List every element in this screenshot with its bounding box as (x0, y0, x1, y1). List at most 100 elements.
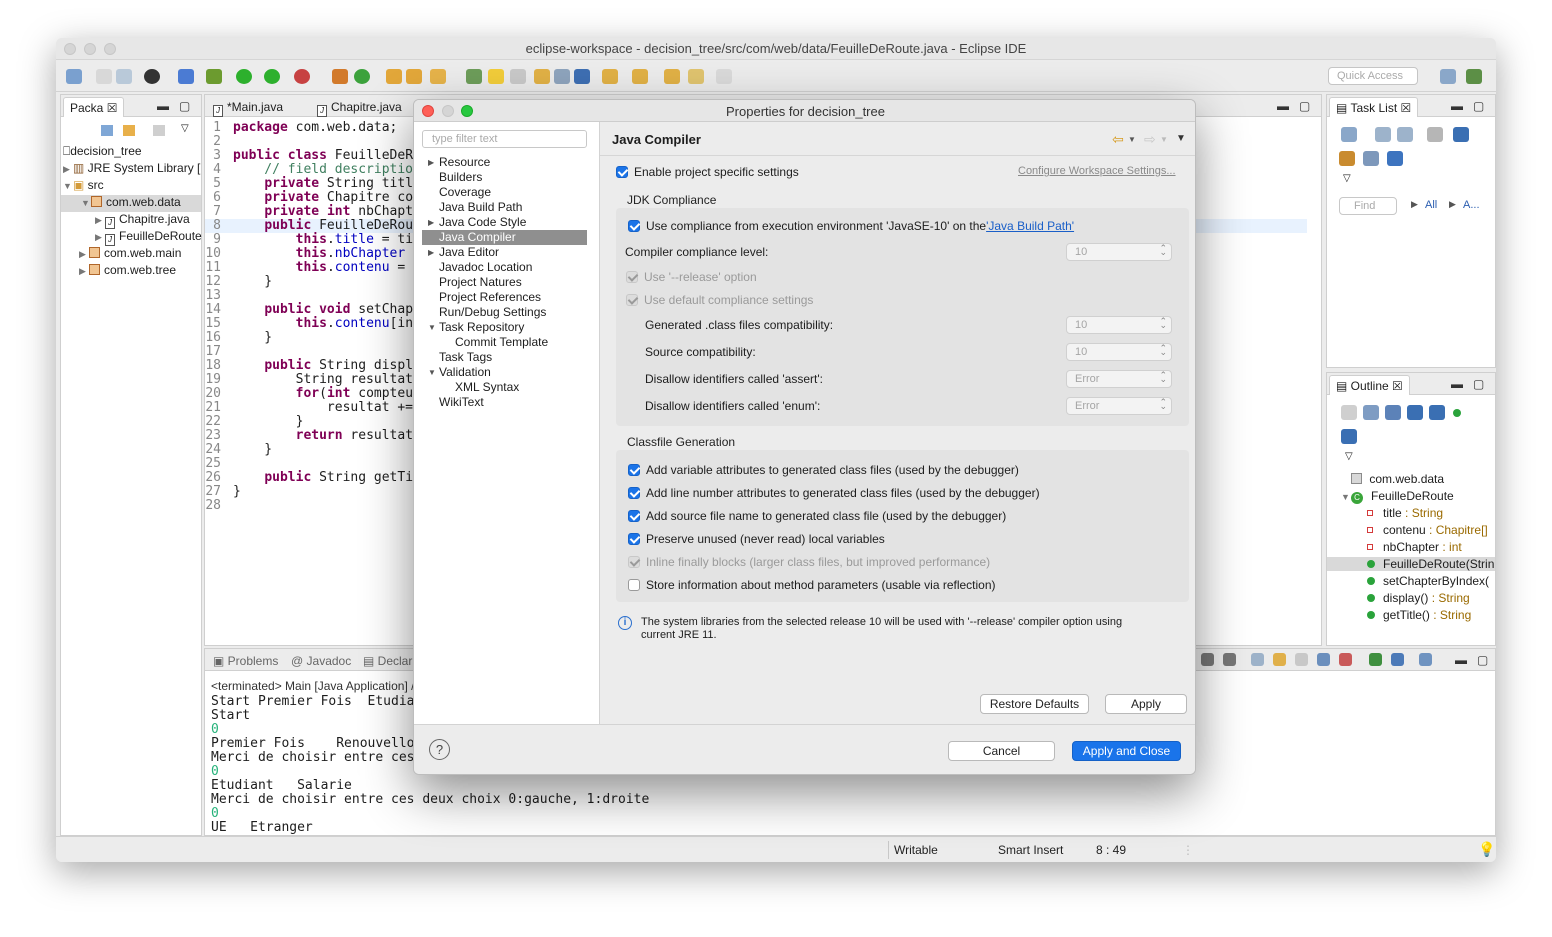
checkbox-box[interactable] (626, 294, 638, 306)
hide-nonpublic-icon[interactable] (1453, 409, 1461, 417)
restore-defaults-button[interactable]: Restore Defaults (980, 694, 1089, 714)
expand-icon[interactable]: ▶ (79, 249, 89, 260)
forward-icon[interactable] (716, 69, 732, 84)
connect-icon[interactable] (1387, 151, 1403, 166)
nav-item[interactable]: Project References (428, 290, 541, 305)
all-link[interactable]: All (1425, 199, 1437, 211)
external-tools-icon[interactable] (294, 69, 310, 84)
minimize-icon[interactable]: ▬ (1277, 99, 1289, 113)
hide-static-icon[interactable] (1429, 405, 1445, 420)
nav-item[interactable]: ▶ Java Code Style (428, 215, 526, 230)
tree-item-src[interactable]: ▼▣ src (63, 178, 104, 192)
hide-fields-icon[interactable] (1407, 405, 1423, 420)
filter-input[interactable]: type filter text (422, 130, 587, 148)
collapse-icon[interactable]: ▼ (428, 320, 436, 335)
nav-item[interactable]: ▶ Java Editor (428, 245, 499, 260)
nav-item[interactable]: Coverage (428, 185, 491, 200)
search-icon[interactable] (430, 69, 446, 84)
classfile-option-checkbox[interactable]: Preserve unused (never read) local varia… (628, 532, 885, 546)
disallow-assert-select[interactable]: Error (1066, 370, 1172, 388)
outline-class[interactable]: ▼ C FeuilleDeRoute (1341, 489, 1454, 504)
save-icon[interactable] (96, 69, 112, 84)
project-node[interactable]: ⎕decision_tree (63, 144, 142, 159)
view-menu-icon[interactable]: ▽ (1343, 173, 1351, 184)
classfile-option-checkbox[interactable]: Store information about method parameter… (628, 578, 996, 592)
checkbox-box[interactable] (628, 556, 640, 568)
cancel-button[interactable]: Cancel (948, 741, 1055, 761)
nav-item[interactable]: XML Syntax (428, 380, 519, 395)
outline-member[interactable]: display() : String (1367, 591, 1470, 605)
checkbox-box[interactable] (628, 487, 640, 499)
compliance-level-select[interactable]: 10 (1066, 243, 1172, 261)
back-icon[interactable] (664, 69, 680, 84)
minimize-icon[interactable]: ▬ (1451, 377, 1463, 391)
nav-item[interactable]: Java Compiler (422, 230, 587, 245)
tab-javadoc[interactable]: @ Javadoc (285, 651, 357, 671)
enable-project-settings-checkbox[interactable]: Enable project specific settings (616, 165, 799, 179)
minimize-icon[interactable]: ▬ (1455, 653, 1467, 667)
classfile-option-checkbox[interactable]: Add source file name to generated class … (628, 509, 1006, 523)
open-task-icon[interactable] (406, 69, 422, 84)
expand-icon[interactable]: ▶ (428, 155, 434, 170)
use-default-compliance-checkbox[interactable]: Use default compliance settings (626, 293, 813, 307)
word-wrap-icon[interactable] (1295, 653, 1308, 666)
nav-item[interactable]: Project Natures (428, 275, 522, 290)
back-icon[interactable]: ⇦ (1112, 131, 1124, 148)
collapse-all-icon[interactable] (1341, 405, 1357, 420)
tree-item-com-web-data[interactable]: ▼ com.web.data (61, 195, 201, 212)
profile-icon[interactable] (144, 69, 160, 84)
maximize-icon[interactable]: ▢ (179, 99, 190, 113)
maximize-icon[interactable]: ▢ (1299, 99, 1310, 113)
link-editor-icon[interactable] (123, 125, 135, 136)
help-icon[interactable]: ? (429, 739, 450, 760)
nav-item[interactable]: Task Tags (428, 350, 492, 365)
checkbox-box[interactable] (628, 533, 640, 545)
new-task-icon[interactable] (1341, 127, 1357, 142)
outline-member[interactable]: contenu : Chapitre[] (1367, 523, 1488, 537)
tab-problems[interactable]: ▣ Problems (207, 651, 284, 671)
expand-all-icon[interactable] (1363, 405, 1379, 420)
clear-console-icon[interactable] (1251, 653, 1264, 666)
close-icon[interactable]: ☒ (107, 101, 118, 115)
tab-chapitre-java[interactable]: J Chapitre.java (311, 97, 408, 117)
collapse-icon[interactable]: ▼ (1341, 492, 1351, 502)
outline-member[interactable]: FeuilleDeRoute(Strin (1327, 557, 1495, 571)
checkbox-box[interactable] (628, 220, 640, 232)
tab-declaration[interactable]: ▤ Declar (357, 651, 418, 671)
use-compliance-checkbox[interactable]: Use compliance from execution environmen… (628, 219, 1074, 233)
apply-and-close-button[interactable]: Apply and Close (1072, 741, 1181, 761)
apply-button[interactable]: Apply (1105, 694, 1187, 714)
filters-icon[interactable] (153, 125, 165, 136)
chevron-down-icon[interactable]: ▼ (1128, 135, 1136, 144)
new-class-icon[interactable] (354, 69, 370, 84)
sort-icon[interactable] (1385, 405, 1401, 420)
quick-access-input[interactable]: Quick Access (1328, 67, 1418, 85)
debug-icon[interactable] (206, 69, 222, 84)
nav-item[interactable]: Commit Template (428, 335, 548, 350)
expand-icon[interactable]: ▶ (95, 232, 105, 243)
scheduled-icon[interactable] (1397, 127, 1413, 142)
new-icon[interactable] (66, 69, 82, 84)
tab-outline[interactable]: ▤ Outline ☒ (1329, 375, 1410, 395)
focus-icon[interactable] (1453, 127, 1469, 142)
coverage-icon[interactable] (264, 69, 280, 84)
checkbox-box[interactable] (628, 579, 640, 591)
checkbox-box[interactable] (628, 510, 640, 522)
tree-item-feuillederoute[interactable]: ▶ J FeuilleDeRoute (95, 229, 202, 246)
source-compatibility-select[interactable]: 10 (1066, 343, 1172, 361)
collapse-all-icon[interactable] (101, 125, 113, 136)
java-perspective-icon[interactable] (1466, 69, 1482, 84)
configure-workspace-link[interactable]: Configure Workspace Settings... (1018, 165, 1176, 177)
close-icon[interactable]: ☒ (1392, 379, 1403, 393)
show-stdout-icon[interactable] (1317, 653, 1330, 666)
toggle-mark-icon[interactable] (510, 69, 526, 84)
outline-member[interactable]: getTitle() : String (1367, 608, 1471, 622)
classfile-option-checkbox[interactable]: Add variable attributes to generated cla… (628, 463, 1019, 477)
nav-item[interactable]: ▼ Validation (428, 365, 491, 380)
java-build-path-link[interactable]: 'Java Build Path' (986, 219, 1074, 233)
expand-icon[interactable]: ▶ (63, 164, 73, 175)
checkbox-box[interactable] (616, 166, 628, 178)
nav-item[interactable]: ▼ Task Repository (428, 320, 524, 335)
show-stderr-icon[interactable] (1339, 653, 1352, 666)
synchronize-icon[interactable] (1363, 151, 1379, 166)
